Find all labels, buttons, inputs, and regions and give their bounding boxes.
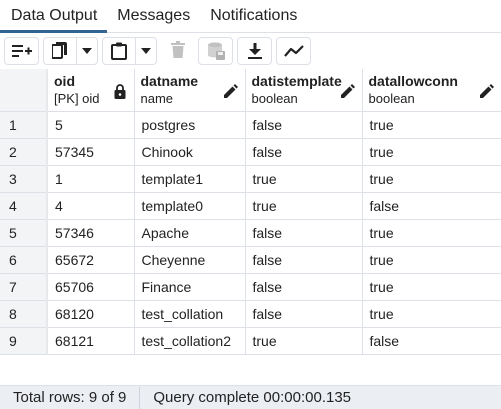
chevron-down-icon: [141, 47, 151, 54]
lock-icon: [112, 83, 128, 99]
cell-datistemplate[interactable]: false: [245, 246, 363, 274]
cell-datistemplate[interactable]: true: [245, 192, 363, 220]
cell-datname[interactable]: Cheyenne: [134, 246, 246, 274]
cell-datistemplate[interactable]: true: [245, 327, 363, 355]
cell-datname[interactable]: Finance: [134, 273, 246, 301]
paste-group: [102, 36, 157, 65]
row-number[interactable]: 5: [0, 219, 48, 247]
cell-datallowconn[interactable]: true: [362, 219, 501, 247]
row-number[interactable]: 3: [0, 165, 48, 193]
cell-datname[interactable]: postgres: [134, 111, 246, 139]
table-row[interactable]: 6 65672 Cheyenne false true: [0, 246, 501, 274]
row-number[interactable]: 9: [0, 327, 48, 355]
graph-visualiser-button[interactable]: [277, 38, 310, 64]
column-header-datname[interactable]: datname name: [134, 69, 246, 112]
cell-datallowconn[interactable]: true: [362, 138, 501, 166]
cell-oid[interactable]: 68121: [46, 327, 135, 355]
cell-oid[interactable]: 57346: [46, 219, 135, 247]
download-button[interactable]: [238, 38, 271, 64]
cell-datallowconn[interactable]: true: [362, 300, 501, 328]
paste-options-dropdown[interactable]: [136, 38, 156, 64]
table-row[interactable]: 4 4 template0 true false: [0, 192, 501, 220]
cell-oid[interactable]: 1: [46, 165, 135, 193]
save-data-button[interactable]: [199, 38, 232, 64]
tab-notifications[interactable]: Notifications: [200, 0, 307, 33]
copy-group: [43, 36, 98, 65]
result-grid: oid [PK] oid datname name datistemplate …: [0, 69, 501, 369]
table-row[interactable]: 1 5 postgres false true: [0, 111, 501, 139]
cell-datname[interactable]: template1: [134, 165, 246, 193]
column-header-oid[interactable]: oid [PK] oid: [46, 69, 135, 112]
copy-button[interactable]: [44, 37, 77, 64]
pencil-icon[interactable]: [223, 83, 239, 99]
delete-group: [161, 36, 194, 65]
cell-datistemplate[interactable]: true: [245, 165, 363, 193]
cell-oid[interactable]: 68120: [46, 300, 135, 328]
paste-button[interactable]: [103, 37, 136, 64]
row-number[interactable]: 8: [0, 300, 48, 328]
paste-icon: [111, 42, 127, 60]
save-data-icon: [207, 42, 225, 60]
graph-group: [276, 36, 311, 65]
add-row-button[interactable]: [5, 38, 38, 64]
cell-datistemplate[interactable]: false: [245, 300, 363, 328]
cell-datistemplate[interactable]: false: [245, 273, 363, 301]
copy-icon: [52, 41, 67, 59]
copy-options-dropdown[interactable]: [77, 38, 97, 64]
delete-row-button[interactable]: [161, 37, 194, 63]
add-row-icon: [11, 44, 32, 57]
cell-datallowconn[interactable]: false: [362, 327, 501, 355]
pencil-icon[interactable]: [340, 83, 356, 99]
cell-oid[interactable]: 4: [46, 192, 135, 220]
data-toolbar: [0, 33, 501, 68]
download-group: [237, 36, 272, 65]
add-row-group: [4, 36, 39, 65]
tab-data-output[interactable]: Data Output: [0, 0, 108, 33]
download-icon: [247, 42, 262, 59]
table-row[interactable]: 2 57345 Chinook false true: [0, 138, 501, 166]
cell-datname[interactable]: template0: [134, 192, 246, 220]
cell-datname[interactable]: test_collation2: [134, 327, 246, 355]
result-table: oid [PK] oid datname name datistemplate …: [0, 69, 501, 355]
row-number[interactable]: 1: [0, 111, 48, 139]
total-rows-status: Total rows: 9 of 9: [0, 386, 141, 409]
cell-oid[interactable]: 65672: [46, 246, 135, 274]
table-row[interactable]: 3 1 template1 true true: [0, 165, 501, 193]
cell-datallowconn[interactable]: false: [362, 192, 501, 220]
table-row[interactable]: 8 68120 test_collation false true: [0, 300, 501, 328]
row-number[interactable]: 4: [0, 192, 48, 220]
cell-datallowconn[interactable]: true: [362, 111, 501, 139]
table-row[interactable]: 9 68121 test_collation2 true false: [0, 327, 501, 355]
table-row[interactable]: 5 57346 Apache false true: [0, 219, 501, 247]
query-status: Query complete 00:00:00.135: [153, 388, 352, 406]
cell-datallowconn[interactable]: true: [362, 246, 501, 274]
graph-icon: [283, 44, 304, 57]
cell-datistemplate[interactable]: false: [245, 138, 363, 166]
pencil-icon[interactable]: [479, 83, 495, 99]
header-row: oid [PK] oid datname name datistemplate …: [0, 69, 501, 112]
cell-oid[interactable]: 57345: [46, 138, 135, 166]
tab-messages[interactable]: Messages: [107, 0, 200, 33]
delete-icon: [170, 41, 185, 58]
chevron-down-icon: [82, 47, 92, 54]
cell-datallowconn[interactable]: true: [362, 273, 501, 301]
cell-datistemplate[interactable]: false: [245, 111, 363, 139]
cell-datname[interactable]: Apache: [134, 219, 246, 247]
column-header-datallowconn[interactable]: datallowconn boolean: [362, 69, 501, 112]
column-header-datistemplate[interactable]: datistemplate boolean: [245, 69, 363, 112]
save-data-group: [198, 36, 233, 65]
cell-datname[interactable]: Chinook: [134, 138, 246, 166]
cell-oid[interactable]: 5: [46, 111, 135, 139]
row-number[interactable]: 7: [0, 273, 48, 301]
cell-datname[interactable]: test_collation: [134, 300, 246, 328]
status-bar: Total rows: 9 of 9 Query complete 00:00:…: [0, 385, 501, 409]
row-number[interactable]: 2: [0, 138, 48, 166]
results-tab-bar: Data Output Messages Notifications: [0, 0, 501, 33]
table-row[interactable]: 7 65706 Finance false true: [0, 273, 501, 301]
cell-datistemplate[interactable]: false: [245, 219, 363, 247]
row-number[interactable]: 6: [0, 246, 48, 274]
cell-datallowconn[interactable]: true: [362, 165, 501, 193]
row-number-header: [0, 69, 48, 112]
cell-oid[interactable]: 65706: [46, 273, 135, 301]
